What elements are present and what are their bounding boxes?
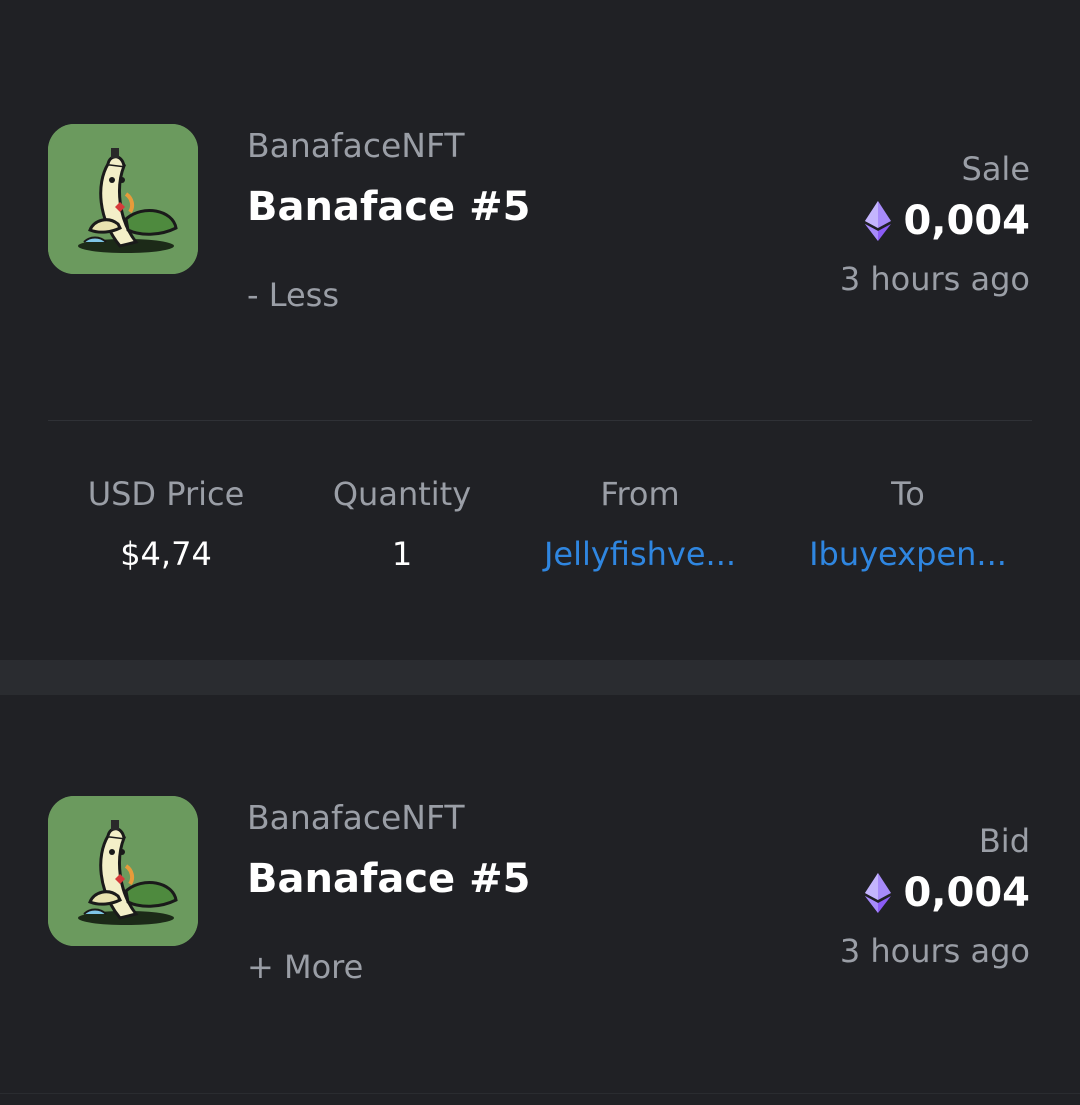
to-address-link[interactable]: Ibuyexpen... [784,535,1032,573]
nft-thumbnail[interactable] [48,124,198,274]
event-type: Sale [961,150,1031,188]
ethereum-icon [865,873,892,913]
from-column: From Jellyfishve... [520,475,760,573]
from-label: From [600,475,680,513]
quantity-value: 1 [391,535,413,573]
divider [0,1093,1080,1094]
to-column: To Ibuyexpen... [784,475,1032,573]
price-value: 0,004 [903,870,1030,916]
divider [48,420,1032,421]
price-value: 0,004 [903,198,1030,244]
banana-nft-image [48,124,198,274]
collection-name[interactable]: BanafaceNFT [247,126,465,165]
nft-name[interactable]: Banaface #5 [247,856,530,902]
collection-name[interactable]: BanafaceNFT [247,798,465,837]
ethereum-icon [865,201,892,241]
time-ago: 3 hours ago [839,260,1030,298]
price-row: 0,004 [865,870,1030,916]
nft-name[interactable]: Banaface #5 [247,184,530,230]
price-row: 0,004 [865,198,1030,244]
quantity-label: Quantity [332,475,472,513]
from-address-link[interactable]: Jellyfishve... [520,535,760,573]
usd-price-label: USD Price [87,475,245,513]
banana-nft-image [48,796,198,946]
more-toggle[interactable]: + More [247,948,363,986]
event-type: Bid [978,822,1030,860]
quantity-column: Quantity 1 [284,475,520,573]
nft-thumbnail[interactable] [48,796,198,946]
less-toggle[interactable]: - Less [247,276,339,314]
to-label: To [891,475,925,513]
activity-card-sale: BanafaceNFT Banaface #5 - Less Sale 0,00… [0,0,1080,660]
transaction-details: USD Price $4,74 Quantity 1 From Jellyfis… [48,475,1032,585]
card-separator [0,660,1080,695]
usd-price-value: $4,74 [120,535,212,573]
activity-card-bid: BanafaceNFT Banaface #5 + More Bid 0,004… [0,695,1080,1105]
usd-price-column: USD Price $4,74 [48,475,284,573]
time-ago: 3 hours ago [839,932,1030,970]
